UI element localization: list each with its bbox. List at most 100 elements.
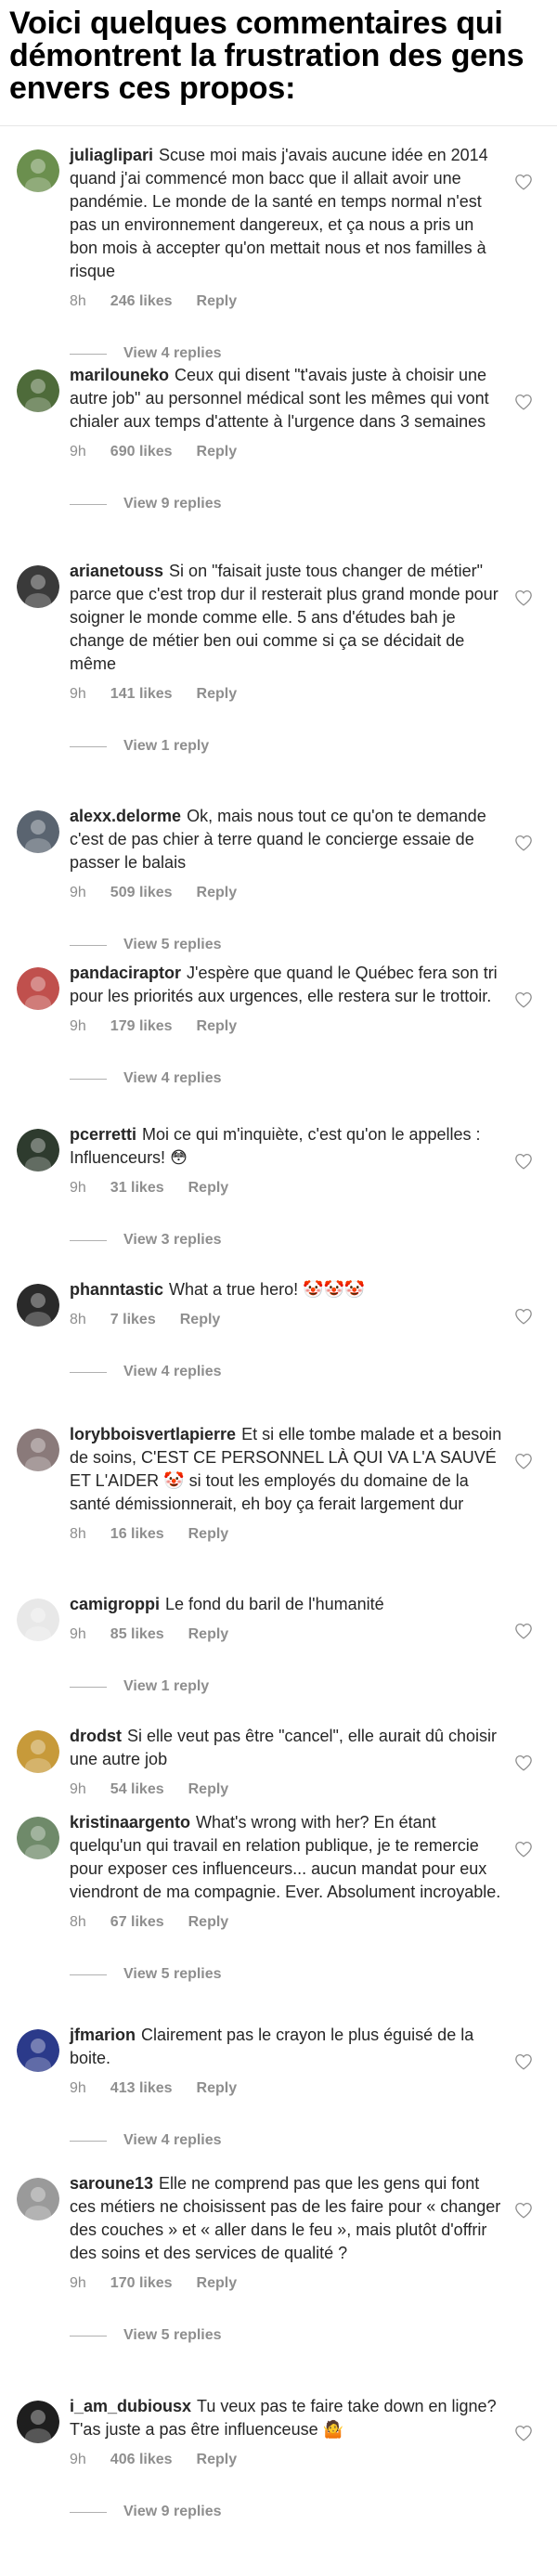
- likes-count[interactable]: 85 likes: [110, 1626, 164, 1642]
- view-replies-button[interactable]: View 5 replies: [70, 936, 505, 954]
- username-link[interactable]: marilouneko: [70, 366, 169, 384]
- username-link[interactable]: lorybboisvertlapierre: [70, 1425, 236, 1443]
- view-replies-button[interactable]: View 9 replies: [70, 2503, 505, 2521]
- likes-count[interactable]: 690 likes: [110, 444, 173, 460]
- reply-button[interactable]: Reply: [188, 1781, 229, 1797]
- view-replies-button[interactable]: View 5 replies: [70, 1965, 505, 1984]
- likes-count[interactable]: 246 likes: [110, 293, 173, 309]
- like-heart-icon[interactable]: [514, 2053, 533, 2070]
- comment-body: What a true hero!: [169, 1280, 299, 1299]
- username-link[interactable]: camigroppi: [70, 1595, 160, 1613]
- avatar[interactable]: [17, 565, 59, 608]
- view-replies-label: View 1 reply: [123, 738, 210, 754]
- avatar[interactable]: [17, 1730, 59, 1773]
- username-link[interactable]: jfmarion: [70, 2026, 136, 2044]
- username-link[interactable]: kristinaargento: [70, 1813, 190, 1832]
- reply-button[interactable]: Reply: [188, 1626, 229, 1642]
- reply-button[interactable]: Reply: [197, 444, 238, 460]
- view-replies-button[interactable]: View 4 replies: [70, 1363, 505, 1381]
- like-heart-icon[interactable]: [514, 2425, 533, 2441]
- comment-text: pandaciraptor J'espère que quand le Québe…: [70, 962, 505, 1008]
- likes-count[interactable]: 413 likes: [110, 2080, 173, 2096]
- avatar[interactable]: [17, 967, 59, 1010]
- likes-count[interactable]: 67 likes: [110, 1914, 164, 1930]
- likes-count[interactable]: 170 likes: [110, 2275, 173, 2291]
- avatar[interactable]: [17, 1129, 59, 1171]
- view-replies-button[interactable]: View 4 replies: [70, 2131, 505, 2150]
- likes-count[interactable]: 141 likes: [110, 686, 173, 702]
- view-replies-button[interactable]: View 3 replies: [70, 1231, 505, 1249]
- like-heart-icon[interactable]: [514, 589, 533, 606]
- like-heart-icon[interactable]: [514, 2202, 533, 2219]
- likes-count[interactable]: 16 likes: [110, 1526, 164, 1542]
- avatar[interactable]: [17, 1817, 59, 1859]
- reply-button[interactable]: Reply: [197, 2275, 238, 2291]
- reply-button[interactable]: Reply: [188, 1526, 229, 1542]
- avatar[interactable]: [17, 369, 59, 412]
- like-heart-icon[interactable]: [514, 1453, 533, 1469]
- username-link[interactable]: drodst: [70, 1727, 122, 1745]
- likes-count[interactable]: 31 likes: [110, 1180, 164, 1196]
- comment-text: pcerretti Moi ce qui m'inquiète, c'est qu…: [70, 1123, 505, 1170]
- like-heart-icon[interactable]: [514, 394, 533, 410]
- avatar[interactable]: [17, 149, 59, 192]
- username-link[interactable]: juliaglipari: [70, 146, 153, 164]
- avatar[interactable]: [17, 810, 59, 853]
- username-link[interactable]: arianetouss: [70, 562, 163, 580]
- username-link[interactable]: saroune13: [70, 2174, 153, 2193]
- like-heart-icon[interactable]: [514, 1308, 533, 1325]
- view-replies-button[interactable]: View 4 replies: [70, 344, 505, 363]
- likes-count[interactable]: 54 likes: [110, 1781, 164, 1797]
- replies-line: [70, 1974, 107, 1975]
- replies-line: [70, 2140, 107, 2142]
- comment-meta: 9h 31 likes Reply: [70, 1179, 505, 1197]
- comment-meta: 9h 509 likes Reply: [70, 884, 505, 902]
- comment-meta: 8h 246 likes Reply: [70, 292, 505, 311]
- reply-button[interactable]: Reply: [180, 1312, 221, 1327]
- reply-button[interactable]: Reply: [188, 1914, 229, 1930]
- likes-count[interactable]: 179 likes: [110, 1018, 173, 1034]
- avatar[interactable]: [17, 2401, 59, 2443]
- comment-meta: 8h 67 likes Reply: [70, 1913, 505, 1932]
- reply-button[interactable]: Reply: [197, 293, 238, 309]
- username-link[interactable]: i_am_dubiousx: [70, 2397, 191, 2415]
- reply-button[interactable]: Reply: [197, 2452, 238, 2467]
- reply-button[interactable]: Reply: [197, 686, 238, 702]
- view-replies-button[interactable]: View 4 replies: [70, 1069, 505, 1088]
- replies-line: [70, 1239, 107, 1241]
- replies-line: [70, 1078, 107, 1080]
- avatar[interactable]: [17, 2178, 59, 2220]
- comment-text: arianetouss Si on "faisait juste tous cha…: [70, 560, 505, 676]
- avatar[interactable]: [17, 1284, 59, 1327]
- likes-count[interactable]: 406 likes: [110, 2452, 173, 2467]
- avatar[interactable]: [17, 1599, 59, 1641]
- reply-button[interactable]: Reply: [197, 1018, 238, 1034]
- comment-item: juliaglipari Scuse moi mais j'avais aucun…: [0, 144, 557, 363]
- emoji: 🤡🤡🤡: [298, 1280, 366, 1299]
- like-heart-icon[interactable]: [514, 1754, 533, 1771]
- like-heart-icon[interactable]: [514, 174, 533, 190]
- view-replies-button[interactable]: View 1 reply: [70, 1677, 505, 1696]
- username-link[interactable]: pcerretti: [70, 1125, 136, 1144]
- like-heart-icon[interactable]: [514, 991, 533, 1008]
- view-replies-button[interactable]: View 1 reply: [70, 737, 505, 756]
- username-link[interactable]: alexx.delorme: [70, 807, 181, 825]
- reply-button[interactable]: Reply: [197, 2080, 238, 2096]
- view-replies-label: View 4 replies: [123, 2132, 222, 2148]
- comment-body: Si elle veut pas être "cancel", elle aur…: [70, 1727, 497, 1768]
- reply-button[interactable]: Reply: [197, 885, 238, 900]
- avatar[interactable]: [17, 1429, 59, 1471]
- like-heart-icon[interactable]: [514, 1623, 533, 1639]
- like-heart-icon[interactable]: [514, 835, 533, 851]
- view-replies-button[interactable]: View 9 replies: [70, 495, 505, 513]
- username-link[interactable]: pandaciraptor: [70, 964, 181, 982]
- like-heart-icon[interactable]: [514, 1153, 533, 1170]
- likes-count[interactable]: 509 likes: [110, 885, 173, 900]
- timestamp: 9h: [70, 1626, 86, 1642]
- username-link[interactable]: phanntastic: [70, 1280, 163, 1299]
- likes-count[interactable]: 7 likes: [110, 1312, 156, 1327]
- avatar[interactable]: [17, 2029, 59, 2072]
- view-replies-button[interactable]: View 5 replies: [70, 2326, 505, 2345]
- reply-button[interactable]: Reply: [188, 1180, 229, 1196]
- like-heart-icon[interactable]: [514, 1841, 533, 1858]
